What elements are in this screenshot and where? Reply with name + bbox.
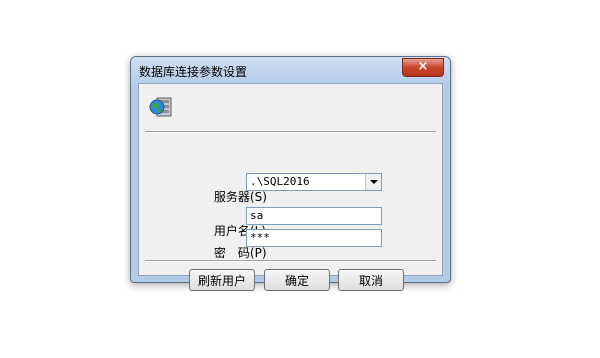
title-bar[interactable]: 数据库连接参数设置 × bbox=[131, 57, 450, 83]
cancel-button[interactable]: 取消 bbox=[338, 269, 404, 291]
database-globe-icon bbox=[149, 97, 172, 117]
chevron-down-icon[interactable] bbox=[365, 174, 381, 190]
username-field[interactable]: sa bbox=[246, 207, 382, 225]
top-separator bbox=[145, 131, 436, 133]
close-icon: × bbox=[417, 59, 429, 74]
username-value: sa bbox=[250, 209, 264, 222]
server-combobox[interactable]: .\SQL2016 bbox=[246, 173, 382, 191]
ok-button[interactable]: 确定 bbox=[264, 269, 330, 291]
password-field[interactable]: *** bbox=[246, 229, 382, 247]
dialog-client-area: 服务器(S) .\SQL2016 用户名(L) sa 密 码(P) *** 刷新… bbox=[138, 83, 443, 291]
close-button[interactable]: × bbox=[402, 58, 444, 77]
refresh-users-button[interactable]: 刷新用户 bbox=[189, 269, 255, 291]
server-value: .\SQL2016 bbox=[250, 175, 310, 188]
db-connection-dialog: 数据库连接参数设置 × 服务器(S) .\SQL2016 用户名(L) sa bbox=[130, 56, 451, 291]
window-title: 数据库连接参数设置 bbox=[139, 65, 248, 79]
bottom-separator bbox=[145, 260, 436, 262]
password-value: *** bbox=[250, 231, 270, 244]
